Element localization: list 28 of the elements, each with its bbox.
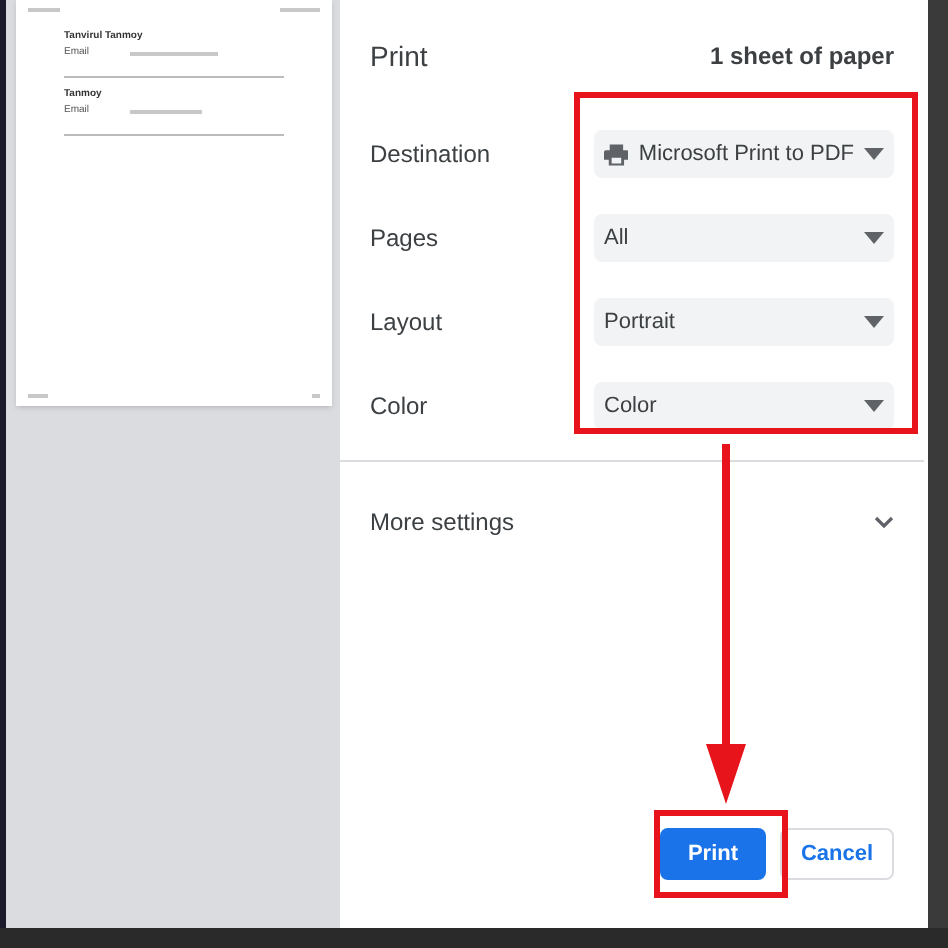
more-settings-toggle[interactable]: More settings [370, 462, 894, 582]
text-line-drawing [280, 8, 320, 12]
print-button[interactable]: Print [660, 828, 766, 880]
highlight-frame [654, 810, 788, 898]
chevron-icon [874, 516, 894, 528]
setting-select[interactable]: All [594, 214, 894, 262]
arrow-icon [704, 444, 748, 804]
caret-icon [864, 232, 884, 244]
setting-label: Pages [370, 222, 441, 256]
cancel-button[interactable]: Cancel [780, 828, 894, 880]
sheet-count: 1 sheet of paper [709, 40, 894, 74]
text-line-drawing [129, 109, 202, 113]
setting-label: Destination [370, 138, 493, 172]
panel-title: Print [370, 37, 428, 75]
setting-label: Color [370, 390, 430, 424]
caret-icon [864, 148, 884, 160]
setting-select[interactable]: Color [594, 382, 894, 430]
scrollbar[interactable] [928, 0, 948, 928]
printer-icon [604, 143, 629, 165]
setting-label: Layout [370, 306, 445, 340]
text-line-drawing [129, 51, 218, 55]
caret-icon [864, 400, 884, 412]
setting-select[interactable]: Microsoft Print to PDF [594, 130, 894, 178]
text-line-drawing [28, 8, 60, 12]
text-line-drawing [28, 394, 48, 398]
setting-select[interactable]: Portrait [594, 298, 894, 346]
caret-icon [864, 316, 884, 328]
text-line-drawing [312, 394, 320, 398]
